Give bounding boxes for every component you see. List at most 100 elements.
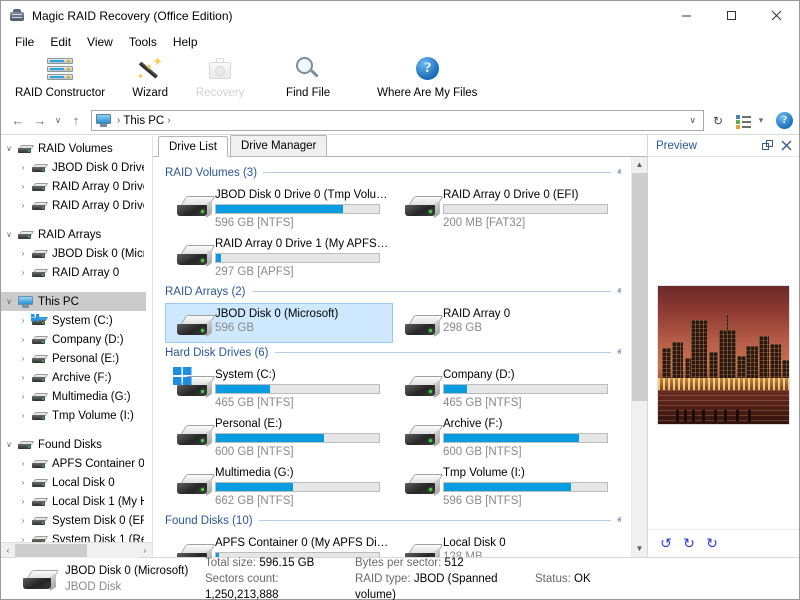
drive-item[interactable]: Archive (F:) 600 GB [NTFS] xyxy=(393,413,621,462)
drive-item[interactable]: System (C:) 465 GB [NTFS] xyxy=(165,364,393,413)
sidebar-item-system-c[interactable]: › System (C:) xyxy=(1,311,146,330)
drive-item[interactable]: JBOD Disk 0 (Microsoft) 596 GB xyxy=(165,303,393,343)
drive-item[interactable]: RAID Array 0 Drive 1 (My APFS Disk) 297 G… xyxy=(165,233,393,282)
sidebar-item-tmp-volume-i[interactable]: › Tmp Volume (I:) xyxy=(1,406,146,425)
sidebar-item-archive-f[interactable]: › Archive (F:) xyxy=(1,368,146,387)
sidebar-tree[interactable]: ∨ RAID Volumes › JBOD Disk 0 Drive 0 (› RAID… xyxy=(1,135,152,542)
sidebar-item-this-pc[interactable]: ∨ This PC xyxy=(1,292,146,311)
close-icon[interactable] xyxy=(777,137,795,155)
undock-icon[interactable] xyxy=(759,137,777,155)
up-button[interactable]: ↑ xyxy=(65,110,87,132)
scroll-thumb[interactable] xyxy=(15,543,87,557)
sidebar-horizontal-scrollbar[interactable]: ‹ › xyxy=(1,542,152,558)
chevron-down-icon[interactable]: ∨ xyxy=(1,297,17,306)
back-button[interactable]: ← xyxy=(7,110,29,132)
chevron-right-icon[interactable]: › xyxy=(15,497,31,506)
sidebar-item-raid-array-0[interactable]: › RAID Array 0 xyxy=(1,263,146,282)
toolbar-button-wizard[interactable]: ✦ ✦ ✦ Wizard xyxy=(115,53,185,99)
drive-item[interactable]: Personal (E:) 600 GB [NTFS] xyxy=(165,413,393,462)
sidebar-item-personal-e[interactable]: › Personal (E:) xyxy=(1,349,146,368)
drive-item[interactable]: RAID Array 0 Drive 0 (EFI) 200 MB [FAT32] xyxy=(393,184,621,233)
chevron-up-icon[interactable]: ⱏ xyxy=(611,287,621,297)
drive-item[interactable]: JBOD Disk 0 Drive 0 (Tmp Volume) 596 GB [… xyxy=(165,184,393,233)
sidebar-item-local-disk-0[interactable]: › Local Disk 0 xyxy=(1,473,146,492)
help-icon[interactable]: ? xyxy=(776,112,793,129)
breadcrumb-this-pc[interactable]: This PC xyxy=(123,115,164,127)
toolbar-button-where-are-my-files[interactable]: ? Where Are My Files xyxy=(367,53,487,99)
minimize-button[interactable] xyxy=(664,1,709,31)
toolbar-button-raid-constructor[interactable]: RAID Constructor xyxy=(5,53,115,99)
sidebar-item-system-disk-0-efi[interactable]: › System Disk 0 (EFI) xyxy=(1,511,146,530)
chevron-down-icon[interactable]: ∨ xyxy=(1,230,17,239)
sidebar-item-raid-array-0-drive-1[interactable]: › RAID Array 0 Drive 1 xyxy=(1,196,146,215)
toolbar-button-find-file[interactable]: Find File xyxy=(273,53,343,99)
menu-item-help[interactable]: Help xyxy=(165,32,206,52)
chevron-right-icon[interactable]: › xyxy=(15,373,31,382)
sidebar-item-apfs-container-0-m[interactable]: › APFS Container 0 (M xyxy=(1,454,146,473)
scroll-left-icon[interactable]: ‹ xyxy=(1,546,15,555)
view-dropdown-icon[interactable]: ▾ xyxy=(754,110,768,132)
scroll-track[interactable] xyxy=(15,542,138,558)
drive-item[interactable]: Tmp Volume (I:) 596 GB [NTFS] xyxy=(393,462,621,511)
forward-button[interactable]: → xyxy=(29,110,51,132)
drive-group-header[interactable]: RAID Arrays (2) ⱏ xyxy=(165,282,621,301)
chevron-right-icon[interactable]: › xyxy=(15,249,31,258)
sidebar-item-jbod-disk-0-microso[interactable]: › JBOD Disk 0 (Microso xyxy=(1,244,146,263)
address-dropdown-icon[interactable]: ∨ xyxy=(685,115,700,126)
close-button[interactable] xyxy=(754,1,799,31)
chevron-down-icon[interactable]: ∨ xyxy=(1,144,17,153)
menu-item-tools[interactable]: Tools xyxy=(121,32,165,52)
drive-group-header[interactable]: Found Disks (10) ⱏ xyxy=(165,511,621,530)
sidebar-item-company-d[interactable]: › Company (D:) xyxy=(1,330,146,349)
sidebar-item-local-disk-1-my-hfs[interactable]: › Local Disk 1 (My HFS xyxy=(1,492,146,511)
address-field[interactable]: › This PC › ∨ xyxy=(91,110,704,131)
chevron-up-icon[interactable]: ⱏ xyxy=(611,516,621,526)
chevron-right-icon[interactable]: › xyxy=(15,516,31,525)
chevron-up-icon[interactable]: ⱏ xyxy=(611,348,621,358)
chevron-right-icon[interactable]: › xyxy=(15,268,31,277)
history-dropdown-button[interactable]: ∨ xyxy=(51,110,65,132)
refresh-button[interactable]: ↻ xyxy=(708,110,728,131)
sidebar-item-raid-volumes[interactable]: ∨ RAID Volumes xyxy=(1,139,146,158)
toolbar-button-recovery[interactable]: Recovery xyxy=(185,53,255,99)
drive-item[interactable]: Multimedia (G:) 662 GB [NTFS] xyxy=(165,462,393,511)
chevron-right-icon[interactable]: › xyxy=(15,459,31,468)
sidebar-item-multimedia-g[interactable]: › Multimedia (G:) xyxy=(1,387,146,406)
chevron-right-icon[interactable]: › xyxy=(15,354,31,363)
drive-item[interactable]: Local Disk 0 128 MB xyxy=(393,532,621,557)
menu-item-file[interactable]: File xyxy=(7,32,42,52)
chevron-right-icon[interactable]: › xyxy=(15,182,31,191)
sidebar-item-raid-arrays[interactable]: ∨ RAID Arrays xyxy=(1,225,146,244)
menu-item-view[interactable]: View xyxy=(79,32,121,52)
drive-list-vertical-scrollbar[interactable]: ▲ ▼ xyxy=(631,157,648,557)
scroll-track[interactable] xyxy=(631,173,648,541)
drive-item[interactable]: RAID Array 0 298 GB xyxy=(393,303,621,343)
chevron-right-icon[interactable]: › xyxy=(15,316,31,325)
tab-drive-manager[interactable]: Drive Manager xyxy=(229,135,328,156)
scroll-down-icon[interactable]: ▼ xyxy=(632,541,648,557)
chevron-down-icon[interactable]: ∨ xyxy=(1,440,17,449)
sidebar-item-jbod-disk-0-drive-0[interactable]: › JBOD Disk 0 Drive 0 ( xyxy=(1,158,146,177)
sidebar-item-raid-array-0-drive-0[interactable]: › RAID Array 0 Drive 0 xyxy=(1,177,146,196)
scroll-up-icon[interactable]: ▲ xyxy=(632,157,648,173)
chevron-right-icon[interactable]: › xyxy=(15,411,31,420)
chevron-right-icon[interactable]: › xyxy=(15,201,31,210)
tab-drive-list[interactable]: Drive List xyxy=(158,136,228,157)
chevron-right-icon[interactable]: › xyxy=(15,335,31,344)
scroll-thumb[interactable] xyxy=(631,173,648,402)
drive-group-header[interactable]: Hard Disk Drives (6) ⱏ xyxy=(165,343,621,362)
rotate-180-icon[interactable]: ↻ xyxy=(681,535,697,552)
menu-item-edit[interactable]: Edit xyxy=(42,32,79,52)
maximize-button[interactable] xyxy=(709,1,754,31)
sidebar-item-found-disks[interactable]: ∨ Found Disks xyxy=(1,435,146,454)
view-options-icon[interactable] xyxy=(734,112,754,130)
sidebar-item-system-disk-1-recov[interactable]: › System Disk 1 (Recov xyxy=(1,530,146,542)
drive-group-header[interactable]: RAID Volumes (3) ⱏ xyxy=(165,163,621,182)
scroll-right-icon[interactable]: › xyxy=(138,546,152,555)
chevron-right-icon[interactable]: › xyxy=(15,478,31,487)
rotate-left-icon[interactable]: ↺ xyxy=(658,535,674,552)
chevron-right-icon[interactable]: › xyxy=(15,163,31,172)
chevron-right-icon[interactable]: › xyxy=(15,535,31,542)
drive-item[interactable]: Company (D:) 465 GB [NTFS] xyxy=(393,364,621,413)
drive-item[interactable]: APFS Container 0 (My APFS Disk)297 GB [A… xyxy=(165,532,393,557)
